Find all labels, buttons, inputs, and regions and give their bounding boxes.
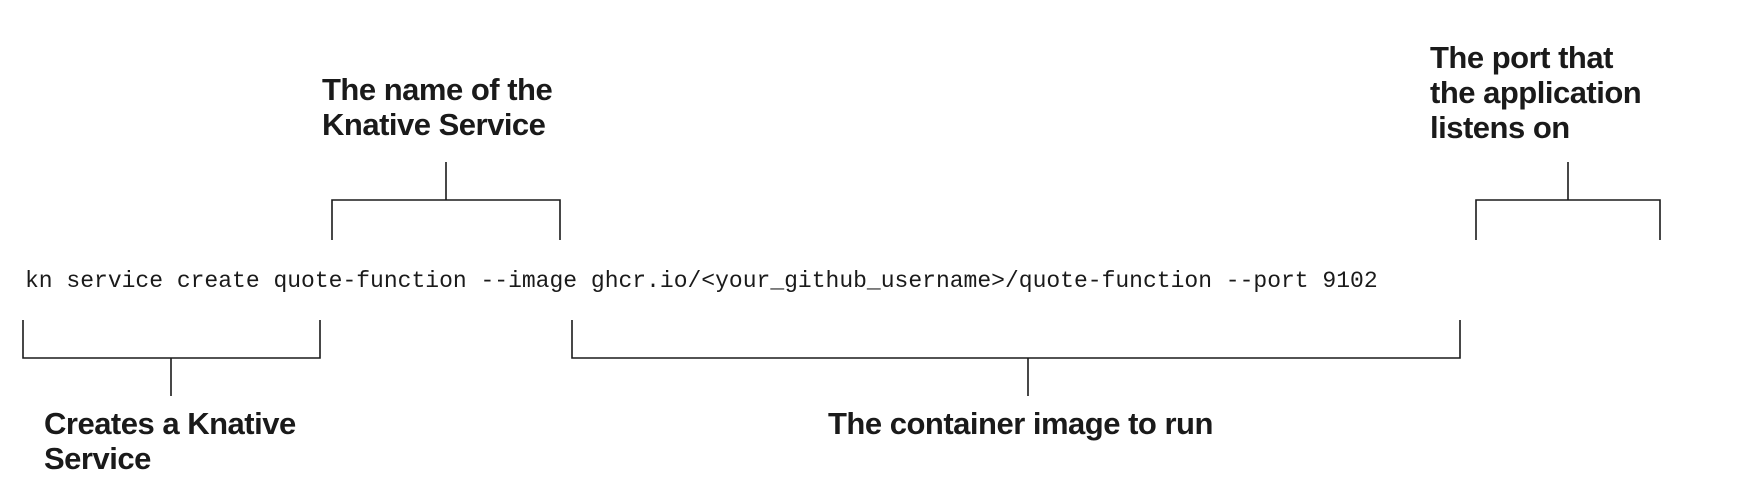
bracket-image [571,320,1461,396]
label-service-name-line-2: Knative Service [322,107,546,142]
command-line: kn service create quote-function --image… [25,268,1378,294]
label-create-line-2: Service [44,441,151,476]
label-image: The container image to run [828,406,1213,441]
annotated-command-diagram: kn service create quote-function --image… [0,0,1747,503]
label-port: The port that the application listens on [1430,40,1642,145]
label-service-name: The name of the Knative Service [322,72,553,142]
label-port-line-2: the application [1430,75,1642,110]
label-image-line-1: The container image to run [828,406,1213,441]
label-port-line-1: The port that [1430,40,1613,75]
bracket-create [22,320,321,396]
label-port-line-3: listens on [1430,110,1570,145]
bracket-service-name [331,162,561,240]
label-service-name-line-1: The name of the [322,72,553,107]
label-create-line-1: Creates a Knative [44,406,296,441]
label-create: Creates a Knative Service [44,406,296,476]
bracket-port [1475,162,1661,240]
